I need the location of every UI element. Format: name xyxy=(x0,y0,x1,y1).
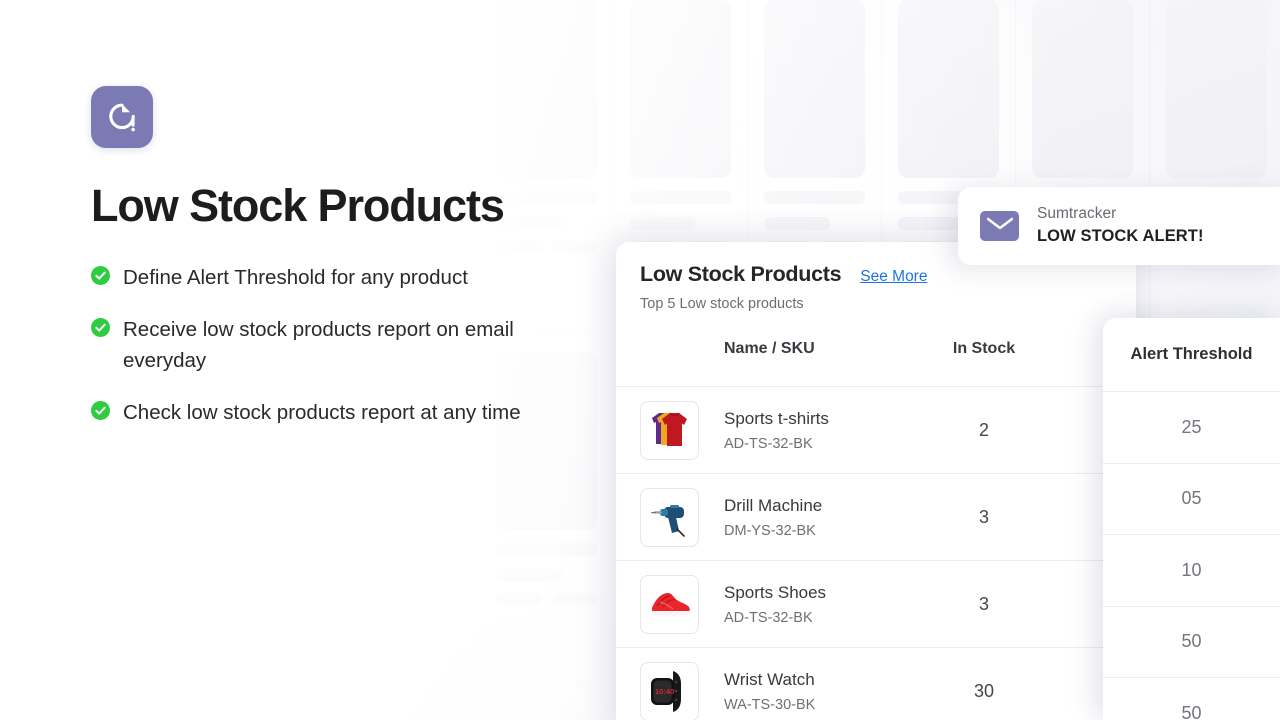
card-header-row: Low Stock Products See More xyxy=(640,262,1112,287)
skeleton-bar xyxy=(898,217,964,230)
product-thumbnail xyxy=(640,400,699,460)
table-row[interactable]: Drill Machine DM-YS-32-BK 3 xyxy=(616,474,1136,561)
alert-threshold-value: 50 xyxy=(1103,678,1280,720)
card-title: Low Stock Products xyxy=(640,262,842,286)
list-item: Define Alert Threshold for any product xyxy=(91,262,561,293)
product-name: Sports Shoes xyxy=(724,582,827,602)
alert-threshold-value: 25 xyxy=(1103,392,1280,464)
table-cell-name: Sports t-shirts AD-TS-32-BK xyxy=(724,408,924,452)
skeleton-bar xyxy=(764,217,830,230)
table-cell-thumb xyxy=(640,574,724,634)
page-title: Low Stock Products xyxy=(91,180,505,231)
alert-threshold-value: 50 xyxy=(1103,607,1280,678)
check-circle-icon xyxy=(91,317,110,337)
low-stock-products-card: Low Stock Products See More Top 5 Low st… xyxy=(616,242,1136,720)
check-circle-icon xyxy=(91,265,110,285)
promo-screenshot: Low Stock Products Define Alert Threshol… xyxy=(0,0,1280,720)
product-sku: WA-TS-30-BK xyxy=(724,697,816,714)
refresh-alert-icon xyxy=(109,103,135,132)
skeleton-image xyxy=(1032,0,1133,178)
tshirts-image xyxy=(651,412,687,446)
feature-text: Define Alert Threshold for any product xyxy=(123,265,468,289)
table-cell-name: Drill Machine DM-YS-32-BK xyxy=(724,495,924,539)
table-cell-thumb xyxy=(640,400,724,460)
skeleton-bar xyxy=(630,217,696,230)
table-header-row: Name / SKU In Stock xyxy=(616,312,1136,386)
table-row[interactable]: 10:40 Wrist Watch WA-TS-30-BK 30 xyxy=(616,648,1136,720)
table-cell-name: Wrist Watch WA-TS-30-BK xyxy=(724,669,924,713)
toast-text: Sumtracker LOW STOCK ALERT! xyxy=(1037,204,1204,247)
skeleton-bar-row xyxy=(496,593,597,605)
column-header-alert-threshold: Alert Threshold xyxy=(1103,318,1280,392)
table-cell-name: Sports Shoes AD-TS-32-BK xyxy=(724,582,924,626)
skeleton-bar xyxy=(496,543,597,556)
alert-threshold-value: 10 xyxy=(1103,535,1280,607)
feature-text: Receive low stock products report on ema… xyxy=(123,317,514,372)
table-row[interactable]: Sports t-shirts AD-TS-32-BK 2 xyxy=(616,387,1136,474)
list-item: Check low stock products report at any t… xyxy=(91,397,561,428)
card-subtitle: Top 5 Low stock products xyxy=(640,296,804,312)
column-header-in-stock: In Stock xyxy=(952,340,1016,357)
skeleton-bar xyxy=(496,569,562,582)
shoes-image xyxy=(651,593,690,616)
feature-text: Check low stock products report at any t… xyxy=(123,400,521,424)
product-in-stock: 3 xyxy=(978,593,989,614)
product-thumbnail: 10:40 xyxy=(640,661,699,720)
alert-threshold-value: 05 xyxy=(1103,464,1280,535)
alert-threshold-panel: Alert Threshold 25 05 10 50 50 xyxy=(1103,318,1280,720)
envelope-glyph xyxy=(986,217,1013,229)
toast-app-name: Sumtracker xyxy=(1037,205,1117,223)
skeleton-bar xyxy=(550,593,597,605)
list-item: Receive low stock products report on ema… xyxy=(91,314,561,376)
product-name: Drill Machine xyxy=(724,495,823,515)
product-in-stock: 2 xyxy=(978,419,989,440)
svg-text:10:40: 10:40 xyxy=(655,687,674,696)
hero-panel: Low Stock Products Define Alert Threshol… xyxy=(91,86,561,449)
toast-message: LOW STOCK ALERT! xyxy=(1037,227,1204,246)
check-circle-icon xyxy=(91,400,110,420)
see-more-link[interactable]: See More xyxy=(860,268,927,286)
skeleton-image xyxy=(898,0,999,178)
table-cell-thumb xyxy=(640,487,724,547)
skeleton-bar xyxy=(496,593,543,605)
feature-list: Define Alert Threshold for any product R… xyxy=(91,230,561,428)
table-body: Sports t-shirts AD-TS-32-BK 2 Drill Mach… xyxy=(616,386,1136,720)
skeleton-bar xyxy=(630,191,731,204)
skeleton-image xyxy=(630,0,731,178)
product-name: Wrist Watch xyxy=(724,669,815,689)
drill-image xyxy=(650,505,685,537)
product-thumbnail xyxy=(640,487,699,547)
watch-image: 10:40 xyxy=(650,671,681,712)
low-stock-alert-toast[interactable]: Sumtracker LOW STOCK ALERT! xyxy=(958,187,1280,265)
skeleton-image xyxy=(1166,0,1267,178)
product-name: Sports t-shirts xyxy=(724,408,829,428)
skeleton-image xyxy=(764,0,865,178)
product-sku: AD-TS-32-BK xyxy=(724,436,813,453)
product-in-stock: 30 xyxy=(973,680,995,701)
app-logo xyxy=(91,86,153,148)
product-sku: DM-YS-32-BK xyxy=(724,523,816,540)
envelope-icon xyxy=(980,211,1019,241)
skeleton-bar xyxy=(764,191,865,204)
product-thumbnail xyxy=(640,574,699,634)
table-cell-thumb: 10:40 xyxy=(640,661,724,720)
table-row[interactable]: Sports Shoes AD-TS-32-BK 3 xyxy=(616,561,1136,648)
product-in-stock: 3 xyxy=(978,506,989,527)
product-sku: AD-TS-32-BK xyxy=(724,610,813,627)
column-header-name-sku: Name / SKU xyxy=(724,340,815,357)
skeleton-card xyxy=(1150,0,1280,332)
